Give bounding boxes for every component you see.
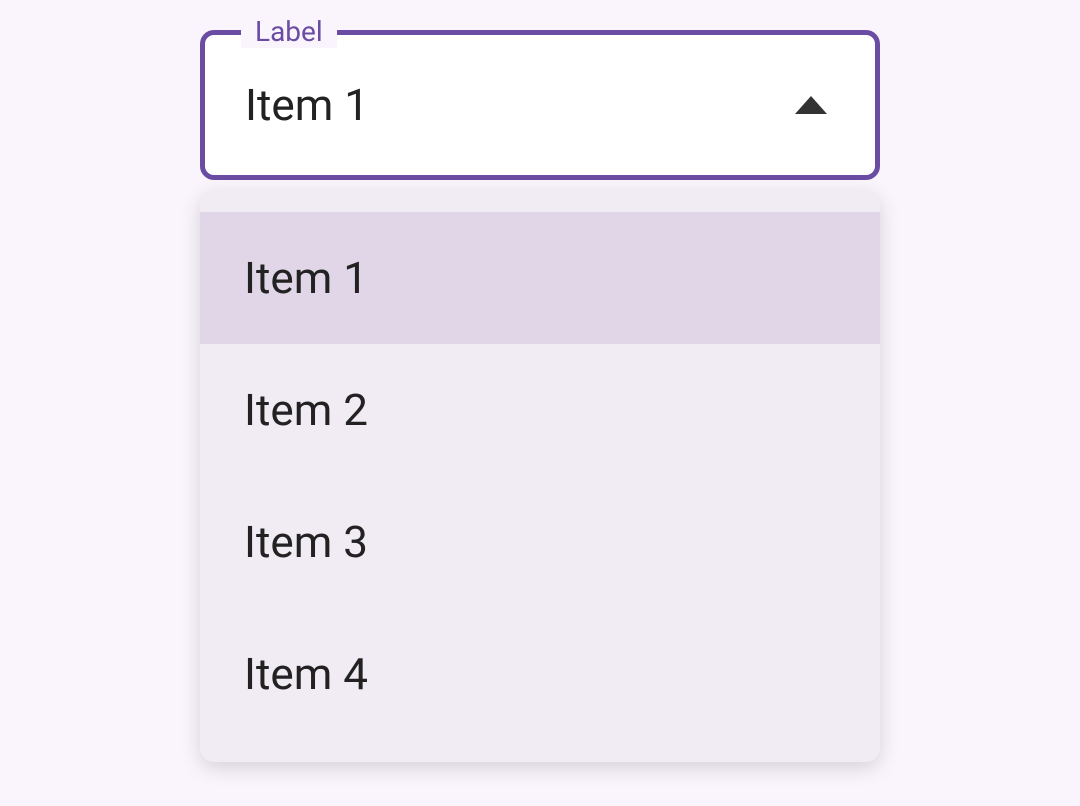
dropdown-item-label: Item 4	[244, 648, 368, 700]
select-field[interactable]: Label Item 1	[200, 30, 880, 180]
select-container: Label Item 1 Item 1 Item 2 Item 3 Item 4	[200, 30, 880, 180]
select-label: Label	[241, 15, 337, 48]
dropdown-item-4[interactable]: Item 4	[200, 608, 880, 740]
chevron-up-icon	[795, 96, 827, 114]
dropdown-item-label: Item 3	[244, 516, 368, 568]
dropdown-item-2[interactable]: Item 2	[200, 344, 880, 476]
dropdown-item-label: Item 2	[244, 384, 368, 436]
dropdown-menu: Item 1 Item 2 Item 3 Item 4	[200, 190, 880, 762]
select-value: Item 1	[245, 79, 795, 131]
dropdown-item-3[interactable]: Item 3	[200, 476, 880, 608]
dropdown-item-label: Item 1	[244, 252, 368, 304]
dropdown-item-1[interactable]: Item 1	[200, 212, 880, 344]
